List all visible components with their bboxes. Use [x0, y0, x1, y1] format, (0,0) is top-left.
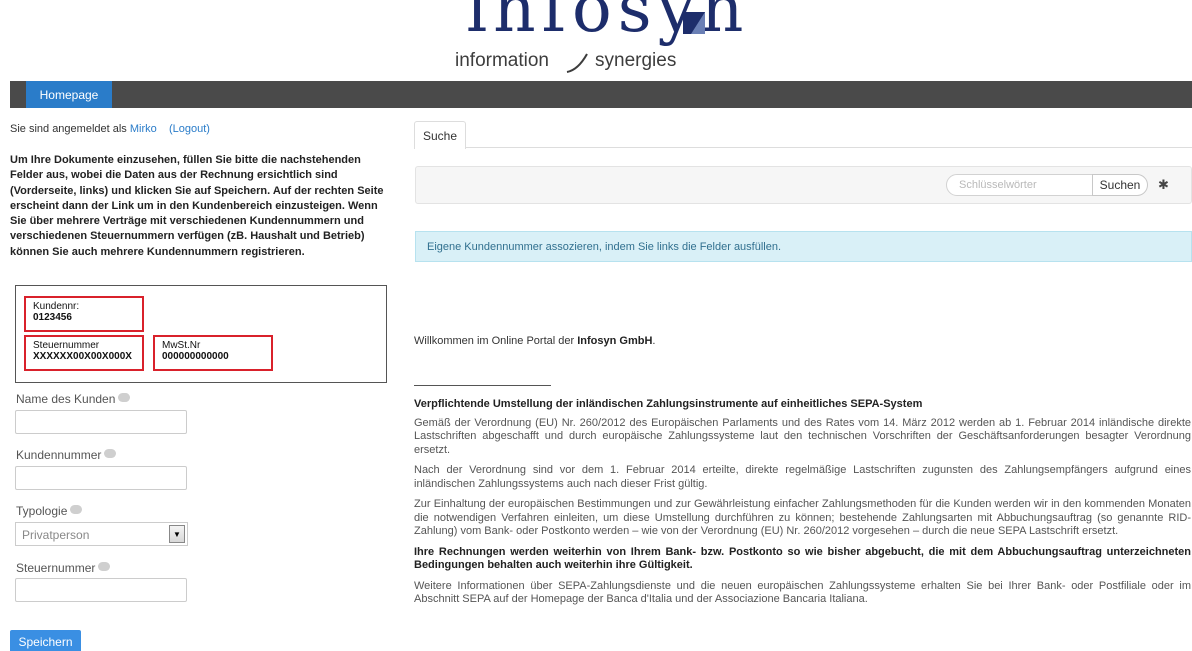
name-input[interactable]: [15, 410, 187, 434]
speech-bubble-icon[interactable]: [118, 393, 131, 402]
speech-bubble-icon[interactable]: [104, 449, 117, 458]
typologie-select[interactable]: Privatperson ▼: [15, 522, 188, 546]
user-link[interactable]: Mirko: [130, 123, 157, 135]
divider: [414, 385, 551, 386]
nav-homepage[interactable]: Homepage: [26, 81, 112, 108]
logo-mark-icon: [683, 12, 705, 34]
logo-tagline-left: information: [455, 50, 549, 71]
name-label: Name des Kunden: [16, 392, 131, 406]
main-navbar: Homepage: [10, 81, 1192, 108]
tab-suche[interactable]: Suche: [414, 121, 466, 149]
login-prefix: Sie sind angemeldet als: [10, 123, 127, 135]
example-mwst: MwSt.Nr 000000000000: [153, 335, 273, 371]
article-paragraph-bold: Ihre Rechnungen werden weiterhin von Ihr…: [414, 545, 1191, 572]
example-steuernummer-label: Steuernummer: [33, 340, 100, 351]
search-input[interactable]: Schlüsselwörter: [946, 174, 1094, 196]
example-kundennr: Kundennr: 0123456: [24, 296, 144, 332]
article-paragraph: Weitere Informationen über SEPA-Zahlungs…: [414, 579, 1191, 606]
example-mwst-value: 000000000000: [162, 351, 229, 362]
article-heading: Verpflichtende Umstellung der inländisch…: [414, 398, 923, 410]
invoice-example: Kundennr: 0123456 Steuernummer XXXXXX00X…: [15, 285, 387, 383]
search-placeholder: Schlüsselwörter: [959, 179, 1037, 191]
logo-wordmark: infosyn: [466, 0, 750, 47]
example-kundennr-label: Kundennr:: [33, 301, 80, 312]
gear-icon[interactable]: ✱: [1158, 178, 1172, 192]
speech-bubble-icon[interactable]: [98, 562, 111, 571]
brand-logo: infosyn information synergies: [0, 0, 1192, 80]
search-button[interactable]: Suchen: [1092, 174, 1148, 196]
login-status: Sie sind angemeldet als Mirko (Logout): [10, 123, 210, 135]
example-steuernummer: Steuernummer XXXXXX00X00X000X: [24, 335, 144, 371]
company-name: Infosyn GmbH: [577, 335, 653, 347]
tab-divider: [414, 147, 1192, 148]
save-button[interactable]: Speichern: [10, 630, 81, 651]
logo-swoosh-icon: [566, 53, 588, 73]
triangle-down-icon[interactable]: ▼: [169, 525, 185, 543]
steuernummer-label: Steuernummer: [16, 561, 111, 575]
kundennummer-label: Kundennummer: [16, 448, 117, 462]
example-steuernummer-value: XXXXXX00X00X000X: [33, 351, 132, 362]
typologie-selected: Privatperson: [22, 528, 90, 542]
intro-text: Um Ihre Dokumente einzusehen, füllen Sie…: [10, 154, 384, 258]
speech-bubble-icon[interactable]: [70, 505, 83, 514]
sepa-article: Verpflichtende Umstellung der inländisch…: [414, 398, 1191, 614]
logo-tagline-right: synergies: [595, 50, 677, 71]
article-paragraph: Gemäß der Verordnung (EU) Nr. 260/2012 d…: [414, 416, 1191, 456]
info-alert: Eigene Kundennummer assozieren, indem Si…: [415, 231, 1192, 262]
example-kundennr-value: 0123456: [33, 312, 72, 323]
example-mwst-label: MwSt.Nr: [162, 340, 201, 351]
search-toolbar: Schlüsselwörter Suchen ✱: [415, 166, 1192, 204]
steuernummer-input[interactable]: [15, 578, 187, 602]
article-paragraph: Zur Einhaltung der europäischen Bestimmu…: [414, 498, 1191, 537]
kundennummer-input[interactable]: [15, 466, 187, 490]
logout-link[interactable]: (Logout): [169, 123, 210, 135]
article-paragraph: Nach der Verordnung sind vor dem 1. Febr…: [414, 464, 1191, 490]
typologie-label: Typologie: [16, 504, 83, 518]
welcome-text: Willkommen im Online Portal der Infosyn …: [414, 335, 656, 347]
